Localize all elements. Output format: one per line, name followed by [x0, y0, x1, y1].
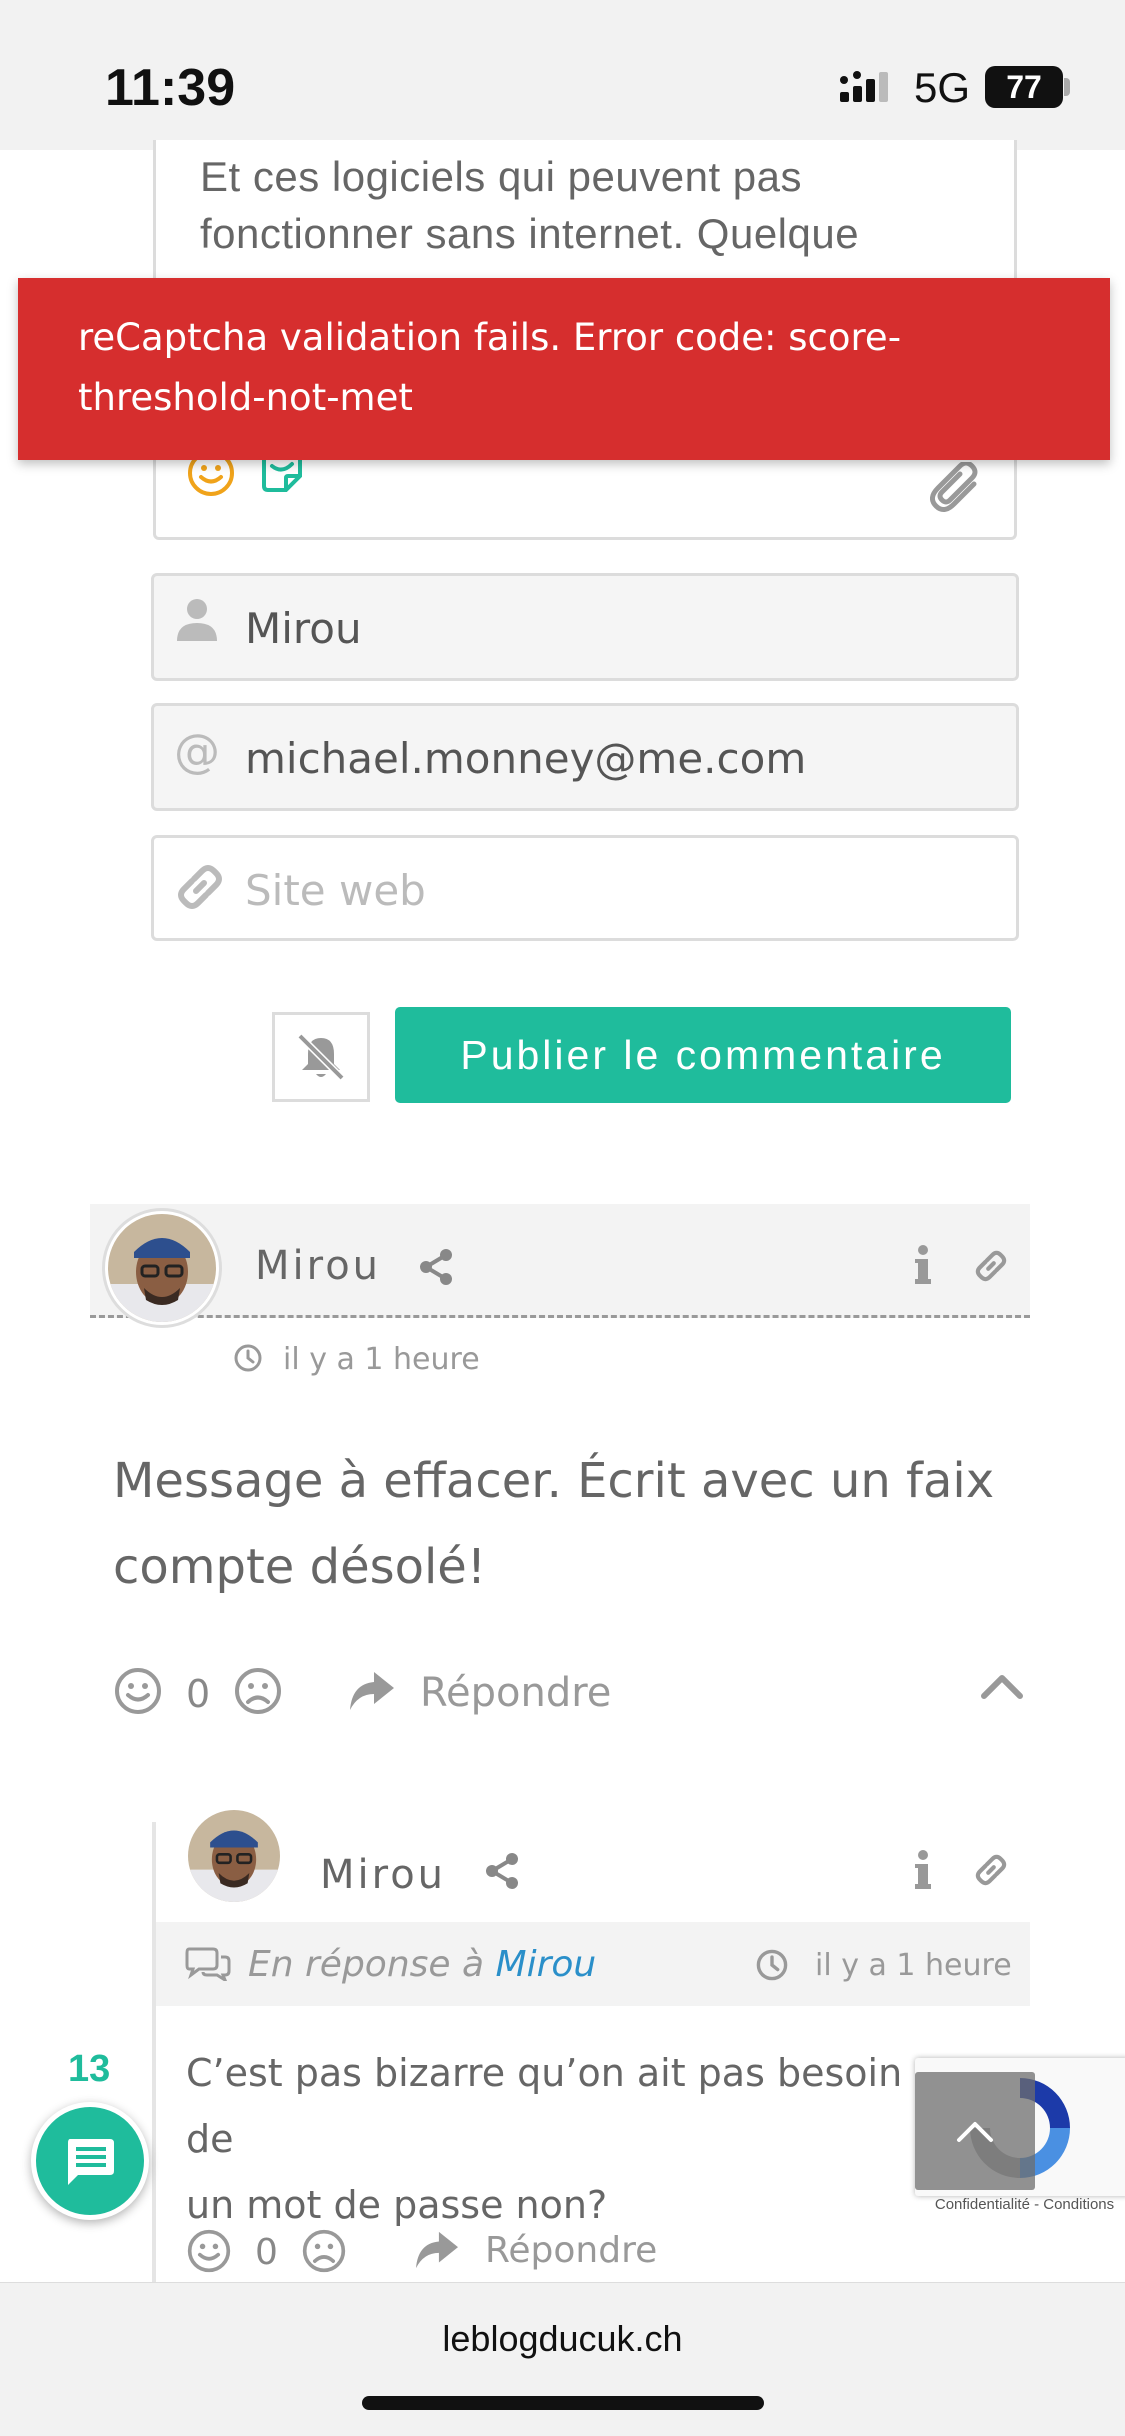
recaptcha-links[interactable]: Confidentialité - Conditions [922, 2196, 1125, 2213]
info-icon[interactable] [913, 1850, 933, 1890]
frown-icon[interactable] [233, 1666, 283, 1716]
info-icon[interactable] [913, 1245, 933, 1285]
email-input[interactable] [245, 723, 995, 793]
chat-bubble-icon [68, 2139, 114, 2185]
at-icon: @ [174, 724, 220, 778]
clock-icon [234, 1344, 262, 1372]
scroll-to-top-button[interactable] [915, 2072, 1035, 2190]
vote-count: 0 [255, 2232, 278, 2273]
battery-cap [1064, 78, 1070, 96]
address-bar[interactable]: leblogducuk.ch [0, 2318, 1125, 2360]
comment-body: Message à effacer. Écrit avec un faix co… [113, 1453, 995, 1595]
reply-arrow-icon[interactable] [348, 1670, 396, 1714]
smile-icon[interactable] [186, 2228, 232, 2274]
comment-text[interactable]: Et ces logiciels qui peuvent pas fonctio… [200, 148, 1000, 262]
comments-icon [185, 1947, 231, 1981]
battery-icon: 77 [985, 66, 1063, 108]
signal-icon [840, 71, 888, 102]
comment-author[interactable]: Mirou [320, 1852, 446, 1898]
permalink-icon[interactable] [973, 1852, 1009, 1888]
publish-comment-button[interactable]: Publier le commentaire [395, 1007, 1011, 1103]
permalink-icon[interactable] [973, 1248, 1009, 1284]
website-input[interactable] [245, 855, 995, 925]
subscribe-toggle-button[interactable] [272, 1012, 370, 1102]
in-reply-to: En réponse à Mirou [248, 1944, 596, 1985]
comment-body-line: un mot de passe non? [186, 2183, 608, 2227]
comment-body-line: C’est pas bizarre qu’on ait pas besoin d… [186, 2051, 903, 2161]
comment-timestamp[interactable]: il y a 1 heure [815, 1948, 1012, 1983]
home-indicator[interactable] [362, 2396, 764, 2410]
clock-icon [756, 1949, 788, 1981]
share-icon[interactable] [484, 1852, 520, 1890]
thread-line [152, 1822, 156, 2282]
status-time: 11:39 [105, 59, 236, 117]
reply-button[interactable]: Répondre [420, 1670, 611, 1716]
avatar[interactable] [108, 1214, 216, 1322]
smile-icon[interactable] [113, 1666, 163, 1716]
reply-arrow-icon[interactable] [414, 2230, 460, 2272]
name-input[interactable] [245, 593, 995, 663]
vote-count: 0 [186, 1672, 211, 1716]
comments-bubble-button[interactable] [31, 2102, 149, 2220]
error-message: reCaptcha validation fails. Error code: … [78, 316, 902, 419]
comment-body: C’est pas bizarre qu’on ait pas besoin d… [186, 2040, 946, 2238]
share-icon[interactable] [418, 1248, 454, 1286]
avatar[interactable] [188, 1810, 280, 1902]
chevron-up-icon [957, 2122, 993, 2142]
bell-off-icon [297, 1033, 345, 1081]
network-type: 5G [914, 64, 971, 111]
comment-timestamp[interactable]: il y a 1 heure [283, 1342, 480, 1377]
comment-count-badge: 13 [68, 2048, 111, 2090]
chevron-up-icon[interactable] [980, 1672, 1024, 1702]
in-reply-to-link[interactable]: Mirou [496, 1944, 597, 1985]
reply-button[interactable]: Répondre [485, 2230, 657, 2271]
user-icon [177, 599, 217, 641]
paperclip-icon[interactable] [930, 462, 986, 518]
link-icon [178, 865, 222, 909]
comment-author[interactable]: Mirou [255, 1243, 381, 1289]
frown-icon[interactable] [301, 2228, 347, 2274]
comment-header [90, 1204, 1030, 1318]
in-reply-prefix: En réponse à [248, 1944, 485, 1985]
